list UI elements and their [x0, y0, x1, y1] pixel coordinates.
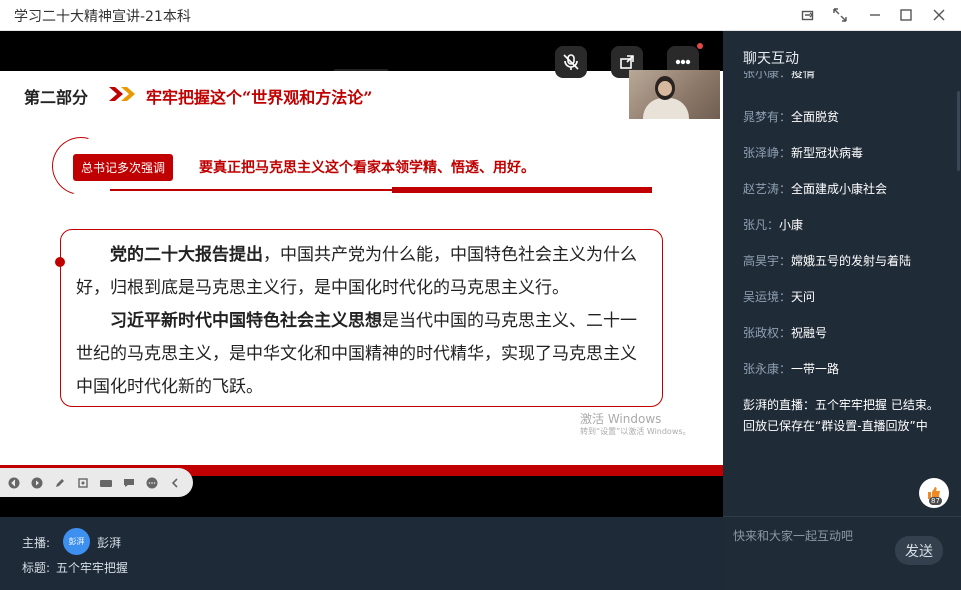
quote-dot [55, 257, 65, 267]
stream-info-bar: 主播: 彭湃 彭湃 标题: 五个牢牢把握 [0, 517, 723, 590]
chat-message: 吴运境：天问 [743, 290, 816, 304]
play-icon[interactable] [29, 475, 45, 491]
camera-icon[interactable] [98, 475, 114, 491]
host-label: 主播: [22, 536, 51, 550]
webcam-thumbnail[interactable] [629, 70, 720, 119]
title-bar: 学习二十大精神宣讲-21本科 [0, 0, 961, 31]
more-tools-icon[interactable] [144, 475, 160, 491]
like-count: 87 [929, 497, 942, 505]
slide-heading: 牢牢把握这个“世界观和方法论” [146, 88, 373, 107]
chat-message: 高昊宇：嫦娥五号的发射与着陆 [743, 254, 912, 268]
slide: 第二部分 牢牢把握这个“世界观和方法论” 总书记多次强调 要真正把马克思主义这个… [0, 71, 723, 476]
chat-message: 张小康：疫情 [743, 71, 816, 80]
prev-icon[interactable] [6, 475, 22, 491]
slide-badge: 总书记多次强调 [73, 154, 174, 181]
like-button[interactable]: 87 [919, 478, 949, 508]
double-arrow-icon [109, 87, 135, 101]
comment-icon[interactable] [121, 475, 137, 491]
maximize-icon[interactable] [895, 5, 917, 25]
slide-part-label: 第二部分 [24, 88, 89, 107]
window-title: 学习二十大精神宣讲-21本科 [14, 9, 191, 25]
chat-title: 聊天互动 [743, 51, 799, 67]
chat-message: 晁梦有：全面脱贫 [743, 110, 840, 124]
chat-message: 张凡：小康 [743, 218, 804, 232]
slide-toolbar [0, 468, 193, 497]
topic-text: 五个牢牢把握 [56, 561, 129, 575]
chat-panel: 聊天互动 张小康：疫情 晁梦有：全面脱贫 张泽峥：新型冠状病毒 赵艺涛：全面建成… [723, 31, 961, 590]
live-stage: ▮▮▮ ▭ ▭ 第二部分 牢牢把握这个“世界观和方法论” 总书记多次强调 要真正… [0, 31, 723, 517]
chat-message: 赵艺涛：全面建成小康社会 [743, 182, 888, 196]
activation-watermark: 激活 Windows [580, 412, 662, 426]
fullscreen-icon[interactable] [829, 5, 851, 25]
mic-off-button[interactable] [555, 46, 587, 78]
screenshot-icon[interactable] [75, 475, 91, 491]
send-button[interactable]: 发送 [895, 536, 943, 565]
quote-text: 党的二十大报告提出，中国共产党为什么能，中国特色社会主义为什么好，归根到底是马克… [76, 239, 652, 404]
chat-message: 张政权：祝融号 [743, 326, 828, 340]
system-message: 彭湃的直播：五个牢牢把握 已结束。回放已保存在“群设置-直播回放”中 [743, 398, 939, 433]
minimize-icon[interactable] [864, 5, 886, 25]
chat-message: 张永康：一带一路 [743, 362, 840, 376]
chat-message: 张泽峥：新型冠状病毒 [743, 146, 864, 160]
slide-emphasis: 要真正把马克思主义这个看家本领学精、悟透、用好。 [199, 160, 535, 176]
notification-dot [697, 43, 703, 49]
pen-icon[interactable] [52, 475, 68, 491]
restore-window-icon[interactable] [797, 5, 819, 25]
close-icon[interactable] [928, 5, 950, 25]
activation-watermark-hint: 转到“设置”以激活 Windows。 [580, 427, 691, 436]
mic-off-icon [563, 54, 579, 70]
more-icon [675, 59, 691, 65]
collapse-icon[interactable] [167, 475, 183, 491]
chat-divider [723, 516, 961, 517]
chat-message-list: 张小康：疫情 晁梦有：全面脱贫 张泽峥：新型冠状病毒 赵艺涛：全面建成小康社会 … [723, 71, 961, 476]
chat-input[interactable] [733, 526, 883, 546]
quote-p2-bold: 习近平新时代中国特色社会主义思想 [110, 311, 382, 331]
divider-bar [392, 187, 652, 193]
quote-p1-bold: 党的二十大报告提出 [110, 245, 263, 265]
avatar[interactable]: 彭湃 [63, 528, 90, 555]
live-window: 学习二十大精神宣讲-21本科 ▮▮▮ ▭ ▭ 第二部分 牢牢把握这个“世界观和方… [0, 0, 961, 590]
host-name: 彭湃 [97, 536, 122, 550]
topic-label: 标题: [22, 561, 51, 575]
share-screen-icon [620, 55, 634, 69]
